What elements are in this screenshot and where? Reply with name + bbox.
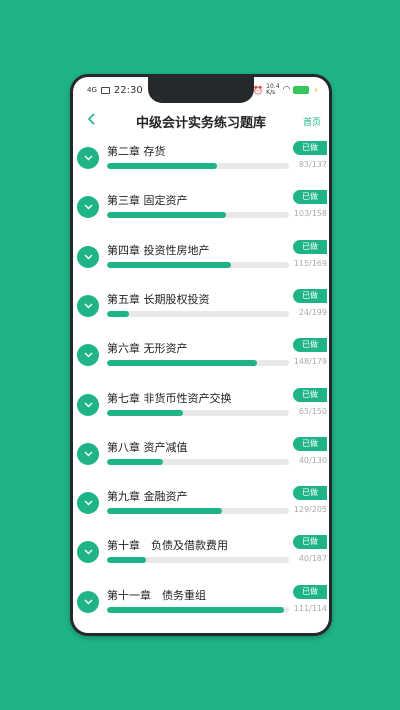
chapter-item[interactable]: 第五章 长期股权投资 已做 24/199 — [73, 281, 329, 330]
progress-count: 63/150 — [298, 406, 327, 416]
progress-fill — [107, 508, 222, 515]
progress-fill — [107, 212, 226, 219]
expand-button[interactable] — [77, 590, 99, 613]
progress-count: 40/130 — [298, 455, 327, 465]
alarm-icon: ⏰ — [253, 85, 264, 95]
expand-button[interactable] — [77, 541, 99, 564]
progress-count: 111/114 — [293, 603, 327, 613]
progress-bar — [107, 508, 289, 515]
status-time: 22:30 — [113, 85, 143, 96]
chevron-down-icon — [84, 549, 92, 555]
battery-icon — [293, 86, 310, 94]
progress-fill — [107, 557, 146, 564]
status-badge: 已做 — [293, 486, 327, 501]
chevron-down-icon — [84, 303, 92, 309]
progress-bar — [107, 360, 289, 367]
chapter-title: 第八章 资产减值 — [107, 440, 188, 454]
chapter-title: 第五章 长期股权投资 — [107, 292, 210, 306]
chapter-title: 第十一章 债务重组 — [107, 588, 206, 602]
expand-button[interactable] — [77, 344, 99, 367]
chevron-down-icon — [84, 155, 92, 161]
chevron-down-icon — [84, 204, 92, 210]
camera-notch — [148, 77, 254, 103]
chapter-title: 第三章 固定资产 — [107, 194, 188, 208]
network-speed-unit: K/s — [266, 89, 276, 96]
progress-fill — [107, 409, 184, 416]
chevron-down-icon — [84, 352, 92, 358]
expand-button[interactable] — [77, 442, 99, 465]
progress-count: 24/199 — [298, 307, 327, 317]
status-badge: 已做 — [293, 141, 327, 155]
progress-count: 83/137 — [298, 160, 327, 169]
phone-frame: 4G 22:30 ⏰ 10.4 K/s ◠ ⚡ 中级会计实务练习题库 首页 第二… — [70, 74, 332, 636]
status-badge: 已做 — [293, 190, 327, 205]
charging-icon: ⚡ — [313, 85, 319, 95]
progress-fill — [107, 261, 231, 268]
status-badge: 已做 — [293, 584, 327, 599]
chapter-item[interactable]: 第四章 投资性房地产 已做 115/169 — [73, 232, 329, 281]
progress-count: 148/179 — [293, 357, 327, 367]
chapter-item[interactable]: 第二章 存货 已做 83/137 — [73, 139, 329, 182]
chapter-item[interactable]: 第七章 非货币性资产交换 已做 63/150 — [73, 380, 329, 429]
chevron-down-icon — [84, 254, 92, 260]
chevron-down-icon — [84, 402, 92, 407]
progress-bar — [107, 163, 289, 169]
chapter-item[interactable]: 第六章 无形资产 已做 148/179 — [73, 330, 329, 379]
progress-count: 129/205 — [293, 505, 327, 515]
nav-bar: 中级会计实务练习题库 首页 — [73, 103, 329, 139]
page-title: 中级会计实务练习题库 — [135, 116, 266, 131]
chapter-item[interactable]: 第三章 固定资产 已做 103/158 — [73, 182, 329, 231]
chapter-title: 第二章 存货 — [107, 145, 166, 158]
expand-button[interactable] — [77, 196, 99, 219]
status-badge: 已做 — [293, 288, 327, 303]
chevron-down-icon — [84, 599, 92, 605]
notification-icon — [100, 87, 110, 94]
expand-button[interactable] — [77, 245, 99, 268]
progress-fill — [107, 360, 258, 367]
chapter-item[interactable]: 第九章 金融资产 已做 129/205 — [73, 478, 329, 527]
app-screen: 4G 22:30 ⏰ 10.4 K/s ◠ ⚡ 中级会计实务练习题库 首页 第二… — [73, 77, 329, 633]
chapter-title: 第六章 无形资产 — [107, 342, 188, 356]
progress-bar — [107, 409, 289, 416]
status-right: ⏰ 10.4 K/s ◠ ⚡ — [253, 84, 319, 96]
chapter-item[interactable]: 第十章 负债及借款费用 已做 40/187 — [73, 527, 329, 576]
status-left: 4G 22:30 — [87, 85, 143, 96]
status-bar: 4G 22:30 ⏰ 10.4 K/s ◠ ⚡ — [73, 77, 329, 103]
progress-bar — [107, 212, 289, 219]
home-link[interactable]: 首页 — [303, 115, 321, 128]
progress-bar — [107, 458, 289, 465]
chevron-down-icon — [84, 451, 92, 457]
signal-indicator: 4G — [87, 86, 97, 94]
progress-bar — [107, 310, 289, 317]
progress-fill — [107, 163, 218, 169]
status-badge: 已做 — [293, 338, 327, 353]
progress-fill — [107, 606, 285, 613]
expand-button[interactable] — [77, 294, 99, 317]
status-badge: 已做 — [293, 239, 327, 254]
chapter-title: 第七章 非货币性资产交换 — [107, 391, 232, 405]
progress-bar — [107, 606, 289, 613]
chapter-item[interactable]: 第八章 资产减值 已做 40/130 — [73, 429, 329, 478]
expand-button[interactable] — [77, 393, 99, 416]
progress-count: 103/158 — [293, 209, 327, 219]
chapter-title: 第十章 负债及借款费用 — [107, 539, 228, 553]
chevron-down-icon — [84, 500, 92, 506]
expand-button[interactable] — [77, 492, 99, 515]
network-speed: 10.4 K/s — [266, 84, 279, 96]
chapter-item[interactable]: 第十一章 债务重组 已做 111/114 — [73, 577, 329, 625]
progress-fill — [107, 310, 129, 317]
progress-bar — [107, 261, 289, 268]
chapter-title: 第九章 金融资产 — [107, 490, 188, 504]
status-badge: 已做 — [293, 436, 327, 451]
progress-bar — [107, 557, 289, 564]
status-badge: 已做 — [293, 535, 327, 550]
expand-button[interactable] — [77, 147, 99, 169]
progress-count: 40/187 — [298, 554, 327, 564]
chapter-list: 第二章 存货 已做 83/137 第三章 固定资产 已做 103/158 第四章 投资性房地… — [73, 139, 329, 625]
progress-count: 115/169 — [293, 258, 327, 268]
progress-fill — [107, 458, 163, 465]
wifi-icon: ◠ — [282, 85, 291, 95]
chapter-title: 第四章 投资性房地产 — [107, 243, 210, 257]
status-badge: 已做 — [293, 387, 327, 402]
